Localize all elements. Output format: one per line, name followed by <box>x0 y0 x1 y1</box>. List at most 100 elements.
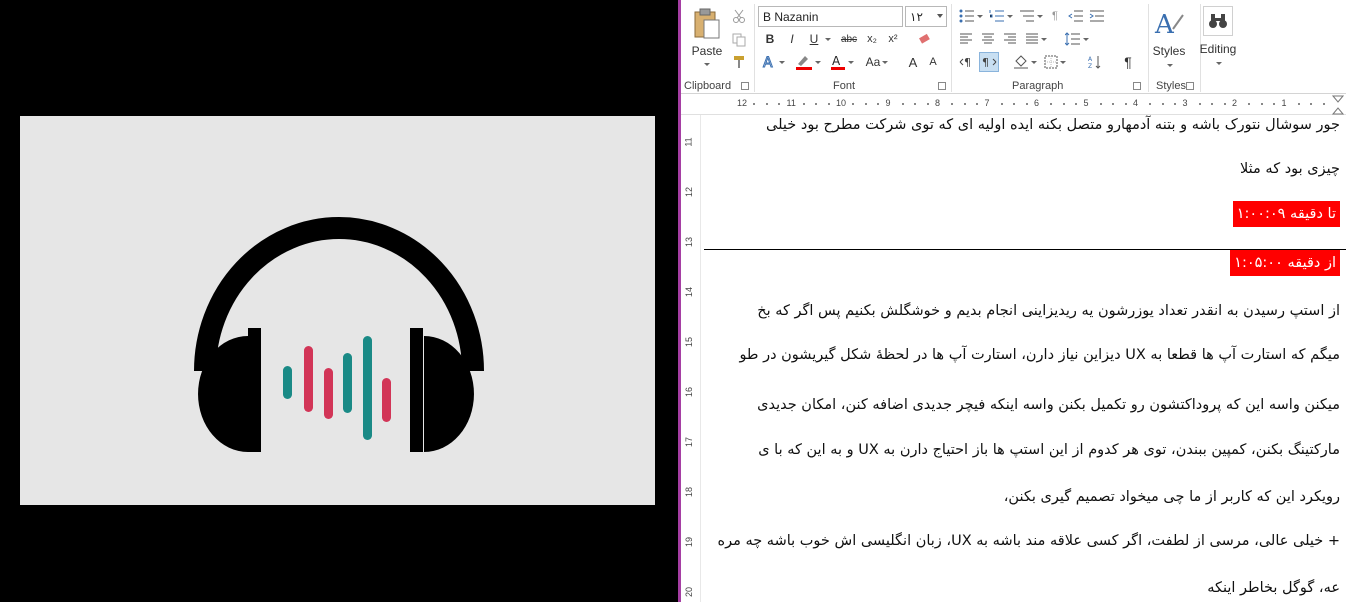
sound-bar <box>382 378 391 422</box>
ruler-tick <box>1099 103 1102 105</box>
ribbon-home: Paste Clipboard B Nazanin ۱۲ B I U abc x… <box>681 0 1346 94</box>
increase-indent-button[interactable] <box>1088 6 1106 26</box>
editing-button[interactable] <box>1203 6 1233 36</box>
ruler-number: 8 <box>935 98 941 108</box>
ruler-tick <box>1223 103 1226 105</box>
svg-text:A: A <box>763 55 773 70</box>
format-painter-button[interactable] <box>730 52 748 72</box>
styles-label[interactable]: Styles <box>1151 44 1187 58</box>
clear-format-button[interactable] <box>915 29 933 49</box>
ruler-tick <box>802 103 805 105</box>
paragraph-launcher[interactable] <box>1133 82 1141 90</box>
underline-button[interactable]: U <box>805 29 823 49</box>
align-center-icon <box>982 33 994 44</box>
copy-button[interactable] <box>730 30 748 50</box>
ltr-direction-button[interactable]: ¶ <box>957 52 977 72</box>
ruler-tick <box>1248 103 1251 105</box>
grow-font-button[interactable]: A <box>904 52 922 72</box>
timestamp-highlight: از دقیقه ۱:۰۵:۰۰ <box>1230 250 1340 276</box>
ruler-tick <box>914 103 917 105</box>
editing-label[interactable]: Editing <box>1198 42 1238 56</box>
horizontal-ruler[interactable]: 12 11 10 9 8 7 6 5 4 3 2 1 <box>681 95 1346 115</box>
ruler-tick <box>877 103 880 105</box>
justify-button[interactable] <box>1023 29 1049 49</box>
ltr-direction-icon: ¶ <box>959 56 971 69</box>
paint-bucket-icon <box>1014 55 1028 69</box>
font-launcher[interactable] <box>938 82 946 90</box>
headphones-icon <box>194 217 484 452</box>
doc-line: میگم که استارت آپ ها قطعا به UX دیزاین ن… <box>739 347 1340 363</box>
doc-line: + خیلی عالی، مرسی از لطفت، اگر کسی علاقه… <box>717 533 1340 549</box>
ruler-number: 1 <box>1281 98 1287 108</box>
highlight-button[interactable] <box>794 52 822 72</box>
change-case-button[interactable]: Aa <box>862 52 892 72</box>
align-left-button[interactable] <box>957 29 975 49</box>
numbering-button[interactable] <box>987 6 1015 26</box>
ruler-number: 6 <box>1034 98 1040 108</box>
font-size-value: ۱۲ <box>910 9 923 24</box>
sort-icon: AZ <box>1088 56 1101 69</box>
ruler-number: 7 <box>984 98 990 108</box>
multilevel-list-button[interactable] <box>1017 6 1045 26</box>
group-separator <box>754 4 755 92</box>
ruler-tick <box>765 103 768 105</box>
italic-button[interactable]: I <box>783 29 801 49</box>
ruler-tick <box>1050 103 1053 105</box>
vruler-number: 17 <box>684 436 695 448</box>
font-size-combo[interactable]: ۱۲ <box>905 6 947 27</box>
paste-label[interactable]: Paste <box>690 44 724 58</box>
scissors-icon <box>733 9 745 23</box>
styles-icon: A <box>1154 10 1184 39</box>
doc-line: جور سوشال نتورک باشه و بتنه آدمهارو متصل… <box>766 117 1340 133</box>
align-center-button[interactable] <box>979 29 997 49</box>
multilevel-list-icon <box>1020 10 1034 22</box>
timestamp-highlight: تا دقیقه ۱:۰۰:۰۹ <box>1232 201 1340 227</box>
ruler-tick <box>1174 103 1177 105</box>
paragraph-group-label: Paragraph <box>1012 80 1064 92</box>
change-case-label: Aa <box>865 55 881 69</box>
styles-button[interactable]: A <box>1151 6 1187 40</box>
sound-bar <box>304 346 313 412</box>
paste-dropdown[interactable] <box>699 59 713 69</box>
ruler-tick <box>901 103 904 105</box>
text-effects-icon: A <box>763 55 774 71</box>
align-right-button[interactable] <box>1001 29 1019 49</box>
strikethrough-button[interactable]: abc <box>837 29 861 49</box>
media-panel <box>0 0 678 602</box>
text-effects-button[interactable]: A <box>761 52 785 72</box>
svg-text:A: A <box>1154 10 1175 39</box>
paste-button[interactable] <box>688 6 726 42</box>
vertical-ruler[interactable]: 11 12 13 14 15 16 17 18 19 20 <box>681 115 701 602</box>
indent-marker-icon[interactable] <box>1332 95 1344 115</box>
bold-button[interactable]: B <box>761 29 779 49</box>
styles-launcher[interactable] <box>1186 82 1194 90</box>
show-hide-marks-button[interactable]: ¶ <box>1119 52 1137 72</box>
borders-button[interactable] <box>1041 52 1069 72</box>
sound-bar <box>363 336 372 440</box>
subscript-button[interactable]: x₂ <box>863 29 881 49</box>
align-left-icon <box>960 33 972 44</box>
styles-group-label: Styles <box>1156 80 1186 92</box>
decrease-indent-button[interactable] <box>1067 6 1085 26</box>
superscript-button[interactable]: x² <box>884 29 902 49</box>
document-page[interactable]: جور سوشال نتورک باشه و بتنه آدمهارو متصل… <box>704 115 1346 602</box>
shrink-font-button[interactable]: A <box>925 52 941 72</box>
font-color-icon: A <box>831 54 845 70</box>
underline-dropdown[interactable] <box>822 29 832 49</box>
doc-line: عه، گوگل بخاطر اینکه <box>1207 580 1340 596</box>
shading-button[interactable] <box>1011 52 1039 72</box>
font-name-combo[interactable]: B Nazanin <box>758 6 903 27</box>
vruler-number: 20 <box>684 586 695 598</box>
ltr-marker-button[interactable]: ¶ <box>1047 6 1063 26</box>
styles-dropdown[interactable] <box>1162 60 1176 70</box>
sound-bar <box>324 368 333 419</box>
line-spacing-button[interactable] <box>1063 29 1091 49</box>
cut-button[interactable] <box>730 6 748 26</box>
eraser-icon <box>919 33 930 44</box>
sort-button[interactable]: AZ <box>1086 52 1104 72</box>
rtl-direction-button[interactable]: ¶ <box>979 52 999 72</box>
editing-dropdown[interactable] <box>1211 58 1225 68</box>
bullets-button[interactable] <box>957 6 985 26</box>
clipboard-launcher[interactable] <box>741 82 749 90</box>
font-color-button[interactable]: A <box>828 52 856 72</box>
